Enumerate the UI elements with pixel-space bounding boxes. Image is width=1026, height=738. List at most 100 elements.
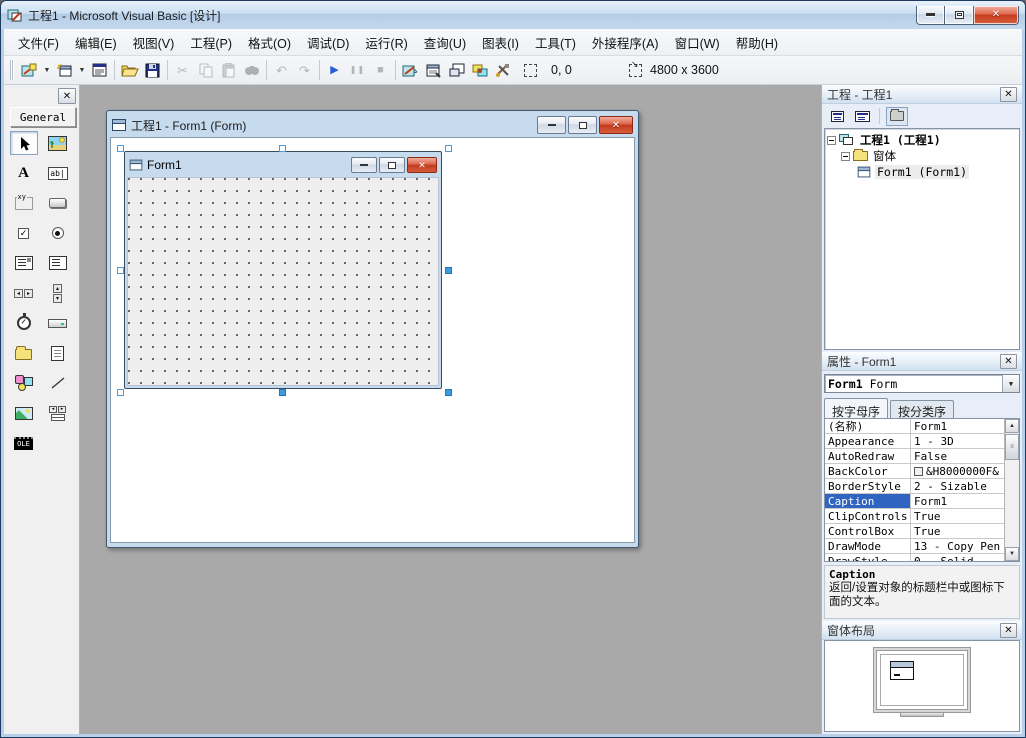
toolbox-tab-general[interactable]: General (10, 107, 76, 127)
form-layout-close-button[interactable]: ✕ (1000, 623, 1017, 638)
menu-run[interactable]: 运行(R) (357, 29, 415, 56)
tool-optionbutton[interactable] (44, 221, 72, 245)
object-browser-button[interactable] (468, 59, 491, 81)
form-designer-window[interactable]: 工程1 - Form1 (Form) ✕ Form1 (106, 110, 639, 548)
tool-hscrollbar[interactable]: ◂▸ (10, 281, 38, 305)
save-project-button[interactable] (141, 59, 164, 81)
selection-handle-s[interactable] (279, 389, 286, 396)
tool-picturebox[interactable] (44, 131, 72, 155)
title-bar[interactable]: 工程1 - Microsoft Visual Basic [设计] ✕ (1, 1, 1025, 29)
form-layout-button[interactable] (445, 59, 468, 81)
tool-listbox[interactable] (44, 251, 72, 275)
tool-frame[interactable]: xy (10, 191, 38, 215)
form-designer-titlebar[interactable]: 工程1 - Form1 (Form) ✕ (110, 113, 635, 137)
tree-node-forms-folder[interactable]: 窗体 (827, 148, 1017, 164)
menu-view[interactable]: 视图(V) (125, 29, 183, 56)
form-design-surface[interactable] (127, 177, 439, 386)
property-row-appearance[interactable]: Appearance1 - 3D (825, 434, 1004, 449)
menu-help[interactable]: 帮助(H) (728, 29, 786, 56)
add-project-dropdown[interactable]: ▼ (41, 59, 53, 81)
tool-combobox[interactable] (10, 251, 38, 275)
selection-handle-se[interactable] (445, 389, 452, 396)
tool-textbox[interactable]: ab| (44, 161, 72, 185)
toolbox-button[interactable] (491, 59, 514, 81)
menu-file[interactable]: 文件(F) (10, 29, 67, 56)
toolbox-close-button[interactable]: ✕ (58, 88, 76, 104)
tool-data[interactable]: ◂▸ (44, 401, 72, 425)
selection-handle-sw[interactable] (117, 389, 124, 396)
tab-categorized[interactable]: 按分类序 (890, 400, 954, 420)
selection-handle-e[interactable] (445, 267, 452, 274)
tool-timer[interactable] (10, 311, 38, 335)
property-row-borderstyle[interactable]: BorderStyle2 - Sizable (825, 479, 1004, 494)
tool-pointer[interactable] (10, 131, 38, 155)
project-panel-close-button[interactable]: ✕ (1000, 87, 1017, 102)
tab-alphabetic[interactable]: 按字母序 (824, 398, 888, 418)
form1-close-button[interactable]: ✕ (407, 157, 437, 173)
maximize-button[interactable] (945, 6, 973, 25)
selection-handle-w[interactable] (117, 267, 124, 274)
property-row-autoredraw[interactable]: AutoRedrawFalse (825, 449, 1004, 464)
form1-window[interactable]: Form1 ✕ (124, 151, 442, 389)
selection-handle-nw[interactable] (117, 145, 124, 152)
view-code-button[interactable] (826, 107, 848, 126)
project-panel-header[interactable]: 工程 - 工程1 ✕ (822, 85, 1022, 104)
form1-maximize-button[interactable] (379, 157, 405, 173)
project-explorer-button[interactable] (399, 59, 422, 81)
tool-ole[interactable]: OLE (10, 431, 38, 455)
property-row-backcolor[interactable]: BackColor&H8000000F& (825, 464, 1004, 479)
open-project-button[interactable] (118, 59, 141, 81)
tool-label[interactable]: A (10, 161, 38, 185)
toolbar-grip[interactable] (10, 60, 14, 80)
scroll-down-button[interactable]: ▼ (1005, 547, 1019, 561)
menu-diagram[interactable]: 图表(I) (474, 29, 527, 56)
collapse-icon[interactable] (841, 152, 850, 161)
property-row-name[interactable]: (名称)Form1 (825, 419, 1004, 434)
menu-tools[interactable]: 工具(T) (527, 29, 584, 56)
menu-format[interactable]: 格式(O) (240, 29, 299, 56)
tool-commandbutton[interactable] (44, 191, 72, 215)
form-layout-panel-header[interactable]: 窗体布局 ✕ (822, 621, 1022, 640)
menu-project[interactable]: 工程(P) (182, 29, 240, 56)
menu-addins[interactable]: 外接程序(A) (584, 29, 667, 56)
property-row-drawstyle[interactable]: DrawStyle0 - Solid (825, 554, 1004, 562)
tool-filelistbox[interactable] (44, 341, 72, 365)
add-form-dropdown[interactable]: ▼ (76, 59, 88, 81)
menu-edit[interactable]: 编辑(E) (67, 29, 125, 56)
collapse-icon[interactable] (827, 136, 836, 145)
add-form-button[interactable] (53, 59, 76, 81)
scroll-up-button[interactable]: ▲ (1005, 419, 1019, 433)
minimize-button[interactable] (916, 6, 945, 25)
property-row-drawmode[interactable]: DrawMode13 - Copy Pen (825, 539, 1004, 554)
tool-vscrollbar[interactable]: ▴▾ (44, 281, 72, 305)
tool-image[interactable] (10, 401, 38, 425)
form1-titlebar[interactable]: Form1 ✕ (127, 153, 439, 177)
child-close-button[interactable]: ✕ (599, 116, 633, 134)
property-row-clipcontrols[interactable]: ClipControlsTrue (825, 509, 1004, 524)
properties-panel-close-button[interactable]: ✕ (1000, 354, 1017, 369)
close-button[interactable]: ✕ (973, 6, 1019, 25)
add-project-button[interactable] (18, 59, 41, 81)
properties-panel-header[interactable]: 属性 - Form1 ✕ (822, 352, 1022, 371)
menu-editor-button[interactable] (88, 59, 111, 81)
tool-dirlistbox[interactable] (10, 341, 38, 365)
form1-minimize-button[interactable] (351, 157, 377, 173)
tree-node-form1[interactable]: Form1 (Form1) (827, 164, 1017, 180)
form-position-preview[interactable] (890, 661, 914, 680)
child-maximize-button[interactable] (568, 116, 597, 134)
menu-debug[interactable]: 调试(D) (299, 29, 357, 56)
properties-window-button[interactable] (422, 59, 445, 81)
view-object-button[interactable] (851, 107, 873, 126)
tool-shape[interactable] (10, 371, 38, 395)
selection-handle-n[interactable] (279, 145, 286, 152)
tool-drivelistbox[interactable] (44, 311, 72, 335)
toggle-folders-button[interactable] (886, 107, 908, 126)
object-selector[interactable]: Form1 Form ▼ (824, 374, 1020, 393)
scrollbar-thumb[interactable]: ≡ (1005, 434, 1019, 460)
menu-window[interactable]: 窗口(W) (667, 29, 728, 56)
tree-node-project[interactable]: 工程1 (工程1) (827, 132, 1017, 148)
menu-query[interactable]: 查询(U) (416, 29, 474, 56)
property-row-caption[interactable]: CaptionForm1 (825, 494, 1004, 509)
property-grid-scrollbar[interactable]: ▲ ≡ ▼ (1004, 419, 1019, 561)
tool-line[interactable] (44, 371, 72, 395)
